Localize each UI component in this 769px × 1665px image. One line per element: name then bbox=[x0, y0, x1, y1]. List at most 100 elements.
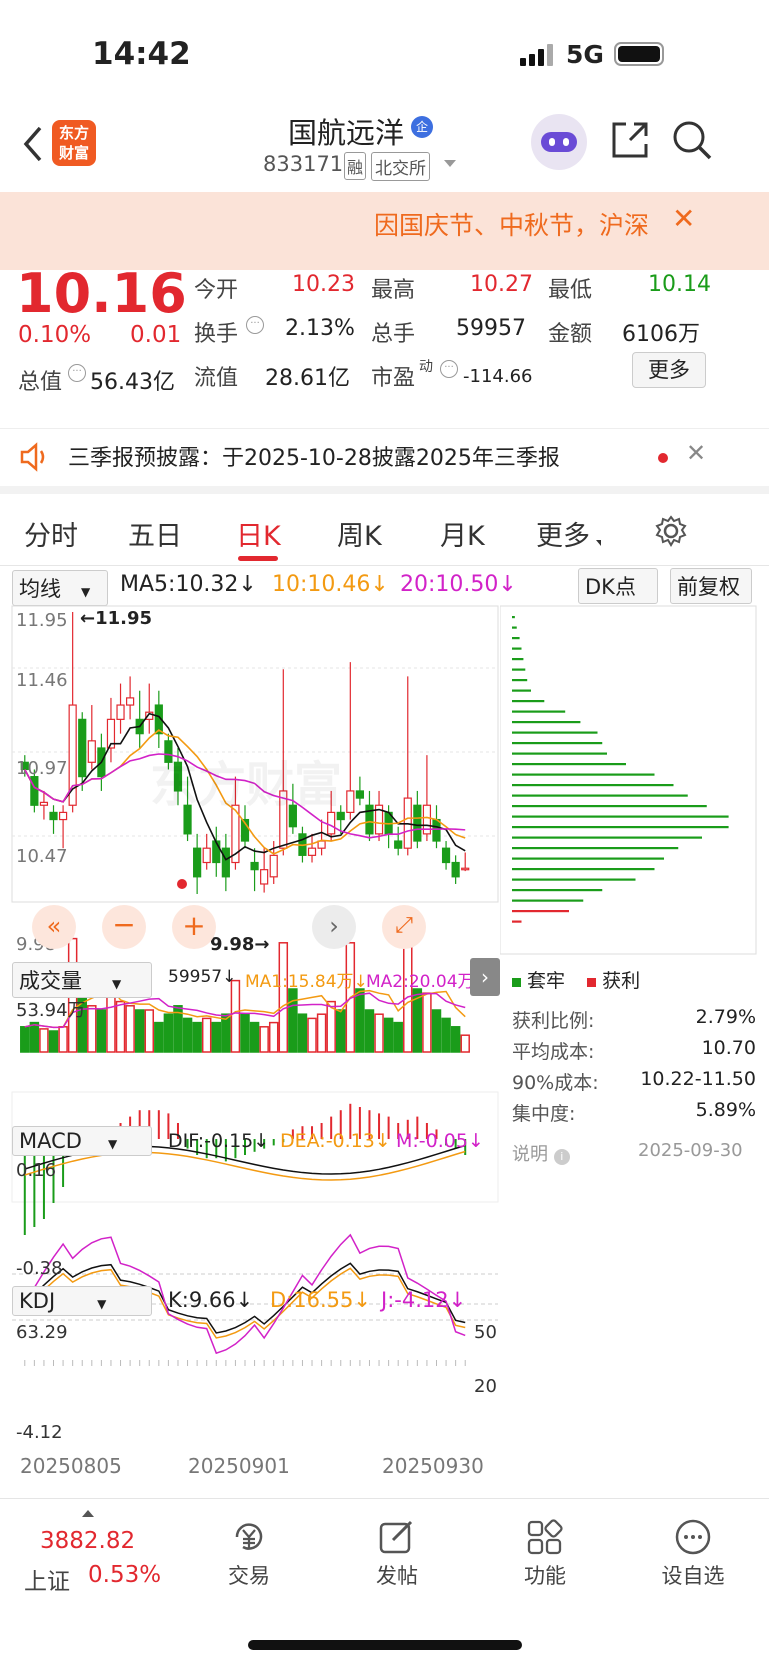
robot-avatar-icon[interactable] bbox=[531, 114, 587, 170]
volume-selector[interactable]: 成交量 ▼ bbox=[12, 962, 152, 998]
status-time: 14:42 bbox=[92, 36, 191, 72]
chip-bar bbox=[512, 878, 636, 881]
last-price: 10.16 bbox=[16, 262, 187, 325]
function-button[interactable]: 功能 bbox=[490, 1518, 600, 1590]
open-value: 10.23 bbox=[292, 272, 355, 297]
chip-bar bbox=[512, 857, 664, 860]
mcap-value: 56.43亿 bbox=[90, 370, 175, 395]
pe-info-icon[interactable]: ··· bbox=[440, 360, 458, 378]
volume-bar bbox=[125, 1005, 135, 1053]
pe-label: 市盈 bbox=[371, 366, 416, 391]
stock-title: 国航远洋 bbox=[288, 116, 405, 150]
chip-bar bbox=[512, 763, 626, 766]
ma5-value: MA5:10.32↓ bbox=[120, 572, 257, 597]
chip-toggle-button[interactable]: › bbox=[470, 958, 500, 996]
kdj-selector[interactable]: KDJ ▼ bbox=[12, 1286, 152, 1316]
volume-bar bbox=[316, 1013, 327, 1053]
trade-button[interactable]: 交易 bbox=[194, 1518, 304, 1590]
legend-profit: 获利 bbox=[602, 970, 641, 992]
verified-badge: 企 bbox=[411, 116, 433, 138]
min-dot bbox=[177, 879, 187, 889]
share-icon[interactable] bbox=[608, 118, 652, 162]
tab-more[interactable]: 更多 bbox=[536, 514, 590, 553]
date-label-1: 20250805 bbox=[20, 1454, 122, 1478]
notice-bar[interactable]: 三季报预披露：于2025-10-28披露2025年三季报 ✕ bbox=[0, 428, 769, 494]
volume-bar bbox=[87, 1005, 97, 1053]
chip-bar bbox=[512, 847, 679, 850]
chip-bar bbox=[512, 889, 603, 892]
banner-close-icon[interactable]: ✕ bbox=[672, 202, 695, 235]
index-value[interactable]: 3882.82 bbox=[40, 1528, 135, 1554]
low-value: 10.14 bbox=[648, 272, 711, 297]
volume-bar bbox=[39, 1028, 49, 1053]
zoom-out-button[interactable]: − bbox=[102, 905, 146, 949]
index-name[interactable]: 上证 bbox=[24, 1562, 70, 1596]
volume-bar bbox=[240, 1013, 250, 1053]
candle-body bbox=[260, 869, 269, 885]
chip-row: 平均成本: 10.70 bbox=[512, 1037, 756, 1068]
tab-intraday[interactable]: 分时 bbox=[24, 514, 78, 553]
adjust-button[interactable]: 前复权 bbox=[670, 568, 752, 604]
dk-point-button[interactable]: DK点 bbox=[578, 568, 658, 604]
volume-bar bbox=[307, 1017, 317, 1053]
margin-tag: 融 bbox=[344, 152, 367, 180]
notice-close-icon[interactable]: ✕ bbox=[686, 439, 706, 467]
volume-bar bbox=[268, 1021, 279, 1053]
kdj-bot-label: -4.12 bbox=[16, 1422, 63, 1443]
volume-bar bbox=[106, 992, 116, 1053]
tab-monthly[interactable]: 月K bbox=[440, 514, 485, 553]
tab-weekly[interactable]: 周K bbox=[337, 514, 382, 553]
chip-bar bbox=[512, 805, 707, 808]
volume-bar bbox=[259, 1026, 269, 1053]
chip-note-link[interactable]: 说明 i bbox=[512, 1140, 570, 1166]
zoom-in-button[interactable]: + bbox=[172, 905, 216, 949]
chip-row: 90%成本: 10.22-11.50 bbox=[512, 1068, 756, 1099]
volume-bar bbox=[355, 988, 365, 1053]
more-button[interactable]: 更多 bbox=[632, 352, 706, 388]
more-caret-icon bbox=[596, 540, 601, 546]
chip-row-label: 90%成本: bbox=[512, 1072, 599, 1094]
turnover-info-icon[interactable]: ··· bbox=[246, 316, 264, 334]
info-icon[interactable]: ··· bbox=[68, 364, 86, 382]
chip-bar bbox=[512, 794, 688, 797]
dropdown-icon[interactable] bbox=[444, 160, 456, 167]
chip-bar bbox=[512, 679, 528, 682]
home-indicator bbox=[248, 1640, 522, 1650]
chip-bar bbox=[512, 721, 581, 724]
back-icon[interactable] bbox=[18, 124, 48, 164]
j-value: J:-4.12↓ bbox=[381, 1288, 467, 1312]
scroll-right-button[interactable]: › bbox=[312, 905, 356, 949]
scroll-left-button[interactable]: « bbox=[32, 905, 76, 949]
chip-legend: 套牢 获利 bbox=[512, 966, 640, 993]
candle-body bbox=[126, 697, 135, 706]
macd-selector[interactable]: MACD ▼ bbox=[12, 1126, 152, 1156]
candle-body bbox=[413, 804, 422, 842]
info-circle-icon: i bbox=[553, 1149, 570, 1165]
speaker-icon bbox=[18, 441, 50, 473]
nav-bar: 东方 财富 国航远洋 企 833171 融 北交所 bbox=[0, 110, 769, 192]
volume-bar bbox=[393, 1021, 403, 1053]
volume-bar bbox=[249, 1021, 260, 1053]
add-watchlist-button[interactable]: 设自选 bbox=[638, 1518, 748, 1590]
chip-bar bbox=[512, 815, 729, 818]
tab-5day[interactable]: 五日 bbox=[128, 514, 182, 553]
period-tabs: 分时 五日 日K 周K 月K 更多 bbox=[0, 500, 769, 566]
banner-text: 因国庆节、中秋节，沪深 bbox=[374, 211, 650, 240]
chip-bar bbox=[512, 710, 566, 713]
settings-gear-icon[interactable] bbox=[654, 514, 688, 548]
tab-daily[interactable]: 日K bbox=[236, 514, 281, 553]
volume-bar bbox=[441, 1017, 451, 1053]
ma-selector[interactable]: 均线 ▼ bbox=[12, 570, 108, 606]
search-icon[interactable] bbox=[670, 118, 714, 162]
chip-bar bbox=[512, 742, 603, 745]
holiday-banner[interactable]: 因国庆节、中秋节，沪深 ✕ bbox=[0, 192, 769, 270]
chip-row-label: 获利比例: bbox=[512, 1010, 595, 1032]
post-button[interactable]: 发帖 bbox=[342, 1518, 452, 1590]
index-pct[interactable]: 0.53% bbox=[88, 1562, 161, 1588]
open-label: 今开 bbox=[194, 278, 239, 303]
volume-bar bbox=[383, 1017, 394, 1053]
chart-area[interactable] bbox=[0, 604, 500, 1504]
fullscreen-button[interactable]: ⤢ bbox=[382, 905, 426, 949]
volume-bar bbox=[48, 1030, 59, 1053]
candle-body bbox=[250, 861, 259, 871]
